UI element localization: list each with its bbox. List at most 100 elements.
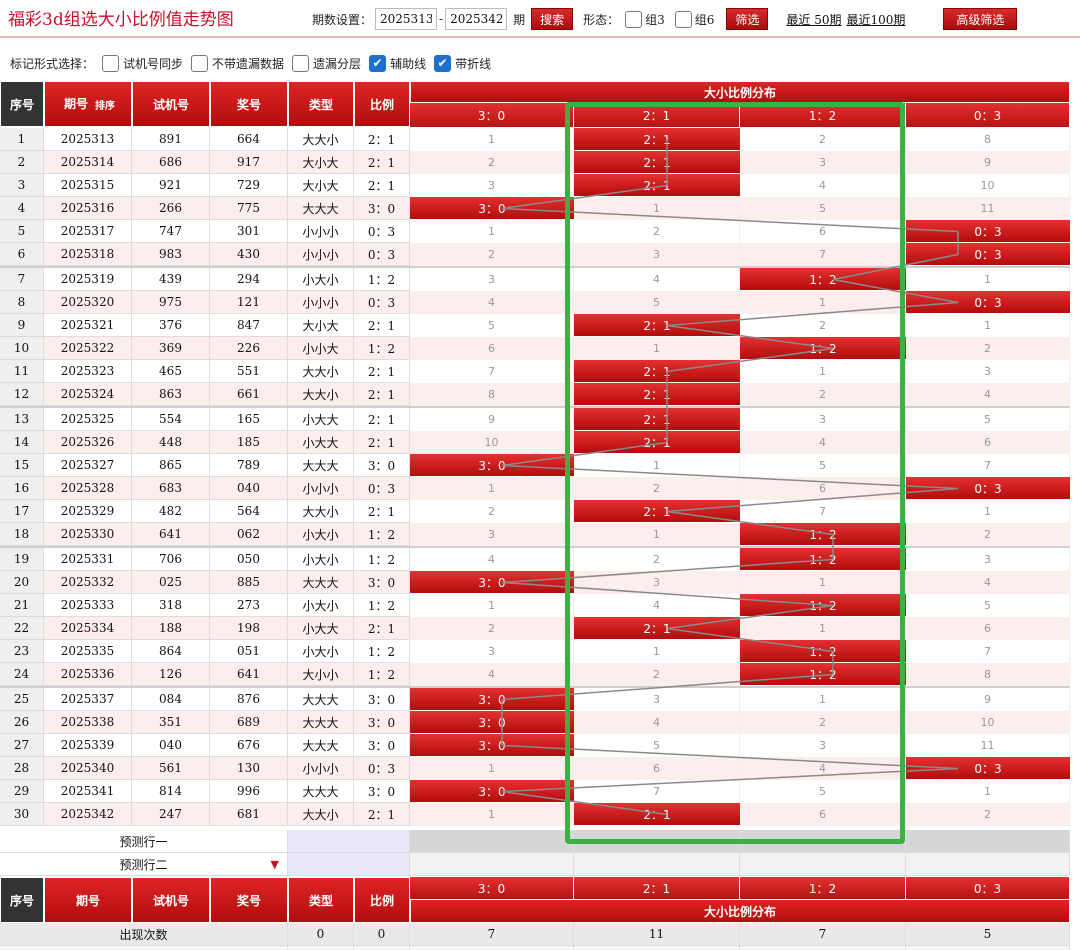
- miss-count-cell: 1: [410, 594, 574, 617]
- option-checkbox-4[interactable]: ✔: [434, 54, 452, 72]
- header-period[interactable]: 期号 排序: [44, 81, 132, 127]
- miss-count-cell: 6: [410, 337, 574, 360]
- row-seq: 23: [0, 640, 44, 663]
- option-checkbox-2[interactable]: [292, 54, 310, 72]
- miss-count-cell: 7: [740, 500, 906, 523]
- ratio-hit-cell: 3：0: [410, 454, 574, 477]
- row-type: 大大大: [288, 734, 354, 757]
- ratio-hit-cell: 1：2: [740, 640, 906, 663]
- top-toolbar: 福彩3d组选大小比例值走势图 期数设置： - 期 搜索 形态： 组3 组6 筛选…: [0, 0, 1080, 38]
- row-ratio: 1：2: [354, 640, 410, 663]
- row-period: 2025324: [44, 383, 132, 406]
- period-suffix: 期: [513, 12, 526, 27]
- ratio-hit-cell: 0：3: [906, 757, 1070, 780]
- row-seq: 12: [0, 383, 44, 406]
- row-type: 小小小: [288, 757, 354, 780]
- miss-count-cell: 3: [410, 268, 574, 291]
- miss-count-cell: 4: [574, 268, 740, 291]
- prediction-cell[interactable]: [410, 830, 574, 853]
- row-type: 大小大: [288, 314, 354, 337]
- row-ratio: 3：0: [354, 454, 410, 477]
- prediction-cell[interactable]: [906, 830, 1070, 853]
- prediction-row-2[interactable]: 预测行二 ▼: [0, 853, 288, 876]
- footer-header-seq: 序号: [0, 877, 44, 923]
- row-type: 小大小: [288, 548, 354, 571]
- miss-count-cell: 7: [906, 454, 1070, 477]
- miss-count-cell: 6: [906, 431, 1070, 454]
- miss-count-cell: 8: [906, 128, 1070, 151]
- prediction-cell[interactable]: [906, 853, 1070, 876]
- filter-button[interactable]: 筛选: [726, 8, 769, 30]
- stat-type: 0: [288, 923, 354, 946]
- row-period: 2025326: [44, 431, 132, 454]
- prediction-cell[interactable]: [740, 830, 906, 853]
- miss-count-cell: 2: [574, 663, 740, 686]
- row-type: 小小小: [288, 477, 354, 500]
- miss-count-cell: 11: [906, 197, 1070, 220]
- ratio-hit-cell: 2：1: [574, 617, 740, 640]
- recent-50-link[interactable]: 最近 50期: [786, 11, 841, 28]
- header-period-label: 期号: [63, 97, 88, 111]
- prediction-cell[interactable]: [574, 853, 740, 876]
- row-ratio: 0：3: [354, 243, 410, 266]
- stat-value: 7: [410, 923, 574, 946]
- row-seq: 10: [0, 337, 44, 360]
- row-trial: 247: [132, 803, 210, 826]
- row-period: 2025329: [44, 500, 132, 523]
- row-seq: 27: [0, 734, 44, 757]
- ratio-hit-cell: 2：1: [574, 408, 740, 431]
- option-checkbox-1[interactable]: [191, 54, 209, 72]
- miss-count-cell: 4: [410, 663, 574, 686]
- row-period: 2025342: [44, 803, 132, 826]
- row-period: 2025325: [44, 408, 132, 431]
- miss-count-cell: 2: [740, 314, 906, 337]
- miss-count-cell: 4: [740, 757, 906, 780]
- row-trial: 891: [132, 128, 210, 151]
- miss-count-cell: 5: [906, 594, 1070, 617]
- row-period: 2025313: [44, 128, 132, 151]
- prediction-input-1[interactable]: [288, 830, 410, 853]
- row-type: 大大大: [288, 688, 354, 711]
- prediction-row-1[interactable]: 预测行一: [0, 830, 288, 853]
- ratio-hit-cell: 2：1: [574, 128, 740, 151]
- header-seq: 序号: [0, 81, 44, 127]
- search-button[interactable]: 搜索: [531, 8, 574, 30]
- ratio-hit-cell: 3：0: [410, 688, 574, 711]
- group3-checkbox[interactable]: [625, 10, 643, 28]
- row-trial: 040: [132, 734, 210, 757]
- recent-100-link[interactable]: 最近100期: [847, 11, 906, 28]
- sort-button[interactable]: 排序: [95, 97, 115, 112]
- miss-count-cell: 1: [740, 571, 906, 594]
- row-period: 2025322: [44, 337, 132, 360]
- row-prize: 062: [210, 523, 288, 546]
- miss-count-cell: 1: [906, 268, 1070, 291]
- period-from-input[interactable]: [375, 8, 438, 30]
- row-ratio: 2：1: [354, 128, 410, 151]
- row-type: 小大大: [288, 617, 354, 640]
- row-period: 2025323: [44, 360, 132, 383]
- row-trial: 439: [132, 268, 210, 291]
- row-prize: 676: [210, 734, 288, 757]
- stat-value: 7: [740, 923, 906, 946]
- option-checkbox-3[interactable]: ✔: [369, 54, 387, 72]
- collapse-arrow-icon[interactable]: ▼: [271, 858, 279, 871]
- option-checkbox-0[interactable]: [102, 54, 120, 72]
- row-ratio: 2：1: [354, 383, 410, 406]
- row-ratio: 3：0: [354, 197, 410, 220]
- prediction-input-2[interactable]: [288, 853, 410, 876]
- row-trial: 706: [132, 548, 210, 571]
- period-to-input[interactable]: [445, 8, 508, 30]
- miss-count-cell: 7: [740, 243, 906, 266]
- prediction-cell[interactable]: [574, 830, 740, 853]
- miss-count-cell: 1: [906, 314, 1070, 337]
- advanced-filter-button[interactable]: 高级筛选: [943, 8, 1018, 30]
- prediction-cell[interactable]: [740, 853, 906, 876]
- option-label-4: 带折线: [455, 56, 492, 71]
- group6-checkbox[interactable]: [674, 10, 692, 28]
- row-seq: 13: [0, 408, 44, 431]
- row-period: 2025327: [44, 454, 132, 477]
- period-label: 期数设置：: [312, 12, 373, 27]
- prediction-cell[interactable]: [410, 853, 574, 876]
- stat-label: 最大遗漏期数: [0, 946, 288, 950]
- row-trial: 921: [132, 174, 210, 197]
